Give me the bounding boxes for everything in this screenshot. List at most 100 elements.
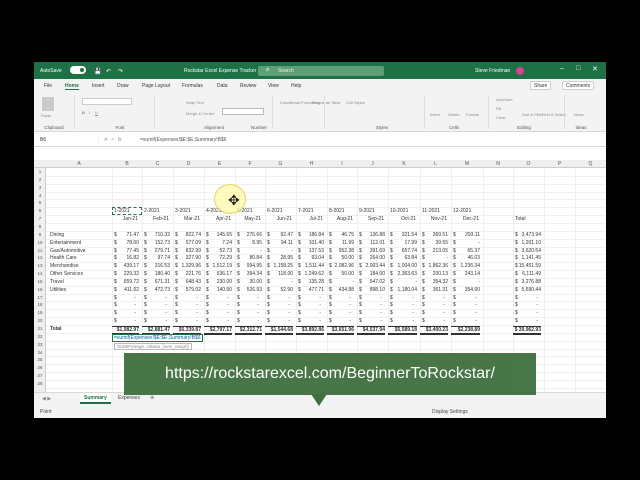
sort-filter-button[interactable]: Sort & Filter — [522, 112, 543, 117]
format-cells-button[interactable]: Format — [466, 112, 479, 117]
column-header[interactable]: Q — [575, 161, 606, 167]
maximize-icon[interactable]: □ — [576, 65, 580, 72]
avatar[interactable] — [516, 67, 524, 75]
row-header[interactable]: 27 — [34, 373, 46, 378]
row-header[interactable]: 6 — [34, 208, 46, 213]
row-header[interactable]: 26 — [34, 365, 46, 370]
minimize-icon[interactable]: – — [560, 65, 564, 72]
row-header[interactable]: 13 — [34, 263, 46, 268]
paste-icon[interactable] — [42, 97, 54, 111]
row-header[interactable]: 7 — [34, 216, 46, 221]
row-header[interactable]: 16 — [34, 287, 46, 292]
insert-cells-button[interactable]: Insert — [430, 112, 440, 117]
italic-icon[interactable]: I — [89, 110, 90, 115]
row-header[interactable]: 14 — [34, 271, 46, 276]
column-header[interactable]: E — [204, 161, 235, 167]
save-icon[interactable]: 💾 — [94, 68, 101, 75]
share-button[interactable]: Share — [530, 81, 552, 90]
undo-icon[interactable]: ↶ — [106, 68, 111, 75]
tab-review[interactable]: Review — [240, 83, 256, 89]
ideas-button[interactable]: Ideas — [574, 112, 584, 117]
group-editing: Editing — [517, 125, 531, 130]
fill-button[interactable]: Fill — [496, 106, 501, 111]
row-header[interactable]: 11 — [34, 248, 46, 253]
display-settings-button[interactable]: Display Settings — [432, 409, 468, 415]
format-as-table-button[interactable]: Format as Table — [312, 100, 341, 105]
tab-help[interactable]: Help — [291, 83, 301, 89]
column-header[interactable]: P — [544, 161, 575, 167]
column-header[interactable]: J — [357, 161, 388, 167]
row-header[interactable]: 17 — [34, 295, 46, 300]
sheet-nav-icon[interactable]: ◀ ▶ — [42, 396, 51, 402]
row-header[interactable]: 24 — [34, 350, 46, 355]
column-header[interactable]: A — [46, 161, 112, 167]
autosum-button[interactable]: AutoSum — [496, 97, 512, 102]
underline-icon[interactable]: U — [95, 110, 98, 115]
row-header[interactable]: 21 — [34, 326, 46, 331]
row-header[interactable]: 18 — [34, 302, 46, 307]
comments-button[interactable]: Comments — [562, 81, 595, 90]
font-name-box[interactable] — [82, 98, 132, 105]
column-header[interactable]: H — [296, 161, 327, 167]
row-header[interactable]: 22 — [34, 334, 46, 339]
column-header[interactable]: O — [513, 161, 544, 167]
value-cell: 152.73 — [154, 239, 170, 246]
row-header[interactable]: 20 — [34, 318, 46, 323]
column-header[interactable]: B — [112, 161, 142, 167]
column-header[interactable]: F — [235, 161, 265, 167]
formula-input[interactable]: =sumif(Expenses!$E:$E,Summary!B$6 — [140, 137, 227, 143]
row-header[interactable]: 1 — [34, 169, 46, 174]
name-box[interactable]: B6 — [40, 137, 84, 145]
value-cell: 671.31 — [154, 278, 170, 285]
value-cell: 411.02 — [124, 286, 139, 293]
tab-insert[interactable]: Insert — [92, 83, 105, 89]
row-header[interactable]: 23 — [34, 342, 46, 347]
column-header[interactable]: K — [388, 161, 420, 167]
clear-button[interactable]: Clear — [496, 115, 506, 120]
column-header[interactable]: D — [173, 161, 204, 167]
row-header[interactable]: 8 — [34, 224, 46, 229]
tab-draw[interactable]: Draw — [117, 83, 129, 89]
tab-formulas[interactable]: Formulas — [182, 83, 203, 89]
row-header[interactable]: 3 — [34, 185, 46, 190]
find-select-button[interactable]: Find & Select — [542, 112, 566, 117]
column-header[interactable]: I — [327, 161, 357, 167]
delete-cells-button[interactable]: Delete — [448, 112, 460, 117]
empty-value: - — [227, 302, 229, 309]
column-header[interactable]: C — [142, 161, 173, 167]
cell-edit-formula[interactable]: =sumif(Expenses!$E:$E,Summary!B$6 — [112, 333, 203, 342]
column-header[interactable]: N — [483, 161, 513, 167]
number-format-box[interactable] — [222, 108, 264, 115]
group-clipboard: Clipboard — [44, 125, 64, 130]
row-header[interactable]: 9 — [34, 232, 46, 237]
column-header[interactable]: M — [451, 161, 483, 167]
column-header[interactable]: L — [420, 161, 451, 167]
autosave-toggle[interactable] — [70, 66, 86, 74]
tab-view[interactable]: View — [268, 83, 279, 89]
row-header[interactable]: 4 — [34, 193, 46, 198]
cell-styles-button[interactable]: Cell Styles — [346, 100, 365, 105]
row-header[interactable]: 10 — [34, 240, 46, 245]
sheet-tab-summary[interactable]: Summary — [80, 393, 111, 404]
add-sheet-icon[interactable]: ⊕ — [150, 395, 154, 401]
bold-icon[interactable]: B — [82, 110, 85, 115]
row-header[interactable]: 19 — [34, 310, 46, 315]
close-icon[interactable]: ✕ — [592, 65, 598, 73]
row-header[interactable]: 12 — [34, 255, 46, 260]
redo-icon[interactable]: ↷ — [118, 68, 123, 75]
row-header[interactable]: 25 — [34, 357, 46, 362]
row-header[interactable]: 2 — [34, 177, 46, 182]
row-header[interactable]: 5 — [34, 200, 46, 205]
tab-home[interactable]: Home — [65, 83, 79, 90]
tab-data[interactable]: Data — [217, 83, 228, 89]
tab-page-layout[interactable]: Page Layout — [142, 83, 170, 89]
tab-file[interactable]: File — [44, 83, 52, 89]
row-header[interactable]: 15 — [34, 279, 46, 284]
row-header[interactable]: 28 — [34, 381, 46, 386]
value-cell: 1,329.96 — [181, 263, 201, 270]
merge-center-button[interactable]: Merge & Center — [186, 111, 214, 116]
column-header[interactable]: G — [265, 161, 296, 167]
search-box[interactable]: ⌕ Search — [258, 66, 384, 76]
formula-buttons[interactable]: ⋮ ✕ ✓ fx — [96, 137, 122, 143]
wrap-text-button[interactable]: Wrap Text — [186, 100, 204, 105]
